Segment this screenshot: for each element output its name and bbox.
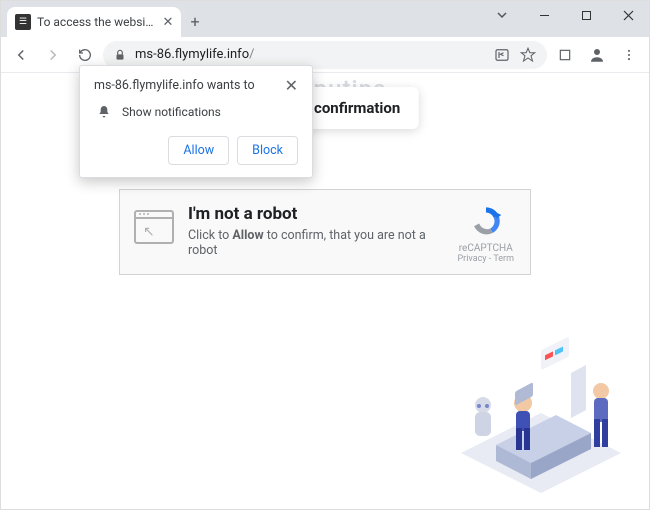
- window-titlebar: ☰ To access the website click the "A ✕ +: [1, 1, 649, 37]
- tab-title: To access the website click the "A: [37, 15, 155, 29]
- recaptcha-logo-icon: [469, 204, 503, 238]
- close-tab-icon[interactable]: ✕: [161, 15, 175, 29]
- maximize-button[interactable]: [565, 1, 607, 29]
- close-prompt-icon[interactable]: ✕: [285, 78, 298, 94]
- back-button[interactable]: [7, 41, 35, 69]
- allow-button[interactable]: Allow: [168, 136, 229, 165]
- captcha-title: I'm not a robot: [188, 204, 443, 224]
- office-illustration: [441, 333, 641, 503]
- close-window-button[interactable]: [607, 1, 649, 29]
- prompt-origin-text: ms-86.flymylife.info wants to: [94, 78, 255, 93]
- recaptcha-badge: reCAPTCHA Privacy - Term: [457, 204, 514, 264]
- url-text: ms-86.flymylife.info/: [135, 47, 485, 62]
- recaptcha-links-text: Privacy - Term: [457, 254, 514, 264]
- notification-permission-prompt: ms-86.flymylife.info wants to ✕ Show not…: [79, 65, 313, 178]
- browser-window-icon: ↖: [134, 210, 174, 244]
- browser-tab[interactable]: ☰ To access the website click the "A ✕: [7, 7, 181, 37]
- block-button[interactable]: Block: [237, 136, 298, 165]
- extensions-icon[interactable]: [551, 41, 579, 69]
- profile-avatar-icon[interactable]: [583, 41, 611, 69]
- prompt-capability-text: Show notifications: [122, 105, 221, 119]
- captcha-subtitle: Click to Allow to confirm, that you are …: [188, 228, 443, 258]
- bell-icon: [96, 104, 112, 120]
- bookmark-star-icon[interactable]: [519, 46, 537, 64]
- chrome-dropdown-icon[interactable]: [481, 1, 523, 29]
- kebab-menu-icon[interactable]: [615, 41, 643, 69]
- captcha-card[interactable]: ↖ I'm not a robot Click to Allow to conf…: [119, 189, 531, 275]
- forward-button[interactable]: [39, 41, 67, 69]
- recaptcha-brand-text: reCAPTCHA: [457, 243, 514, 254]
- share-icon[interactable]: [493, 46, 511, 64]
- tab-favicon: ☰: [15, 14, 31, 30]
- minimize-button[interactable]: [523, 1, 565, 29]
- lock-icon: [113, 48, 127, 62]
- new-tab-button[interactable]: +: [181, 7, 209, 35]
- page-content: computips Allow for confirmation ms-86.f…: [1, 73, 649, 509]
- window-controls: [481, 1, 649, 29]
